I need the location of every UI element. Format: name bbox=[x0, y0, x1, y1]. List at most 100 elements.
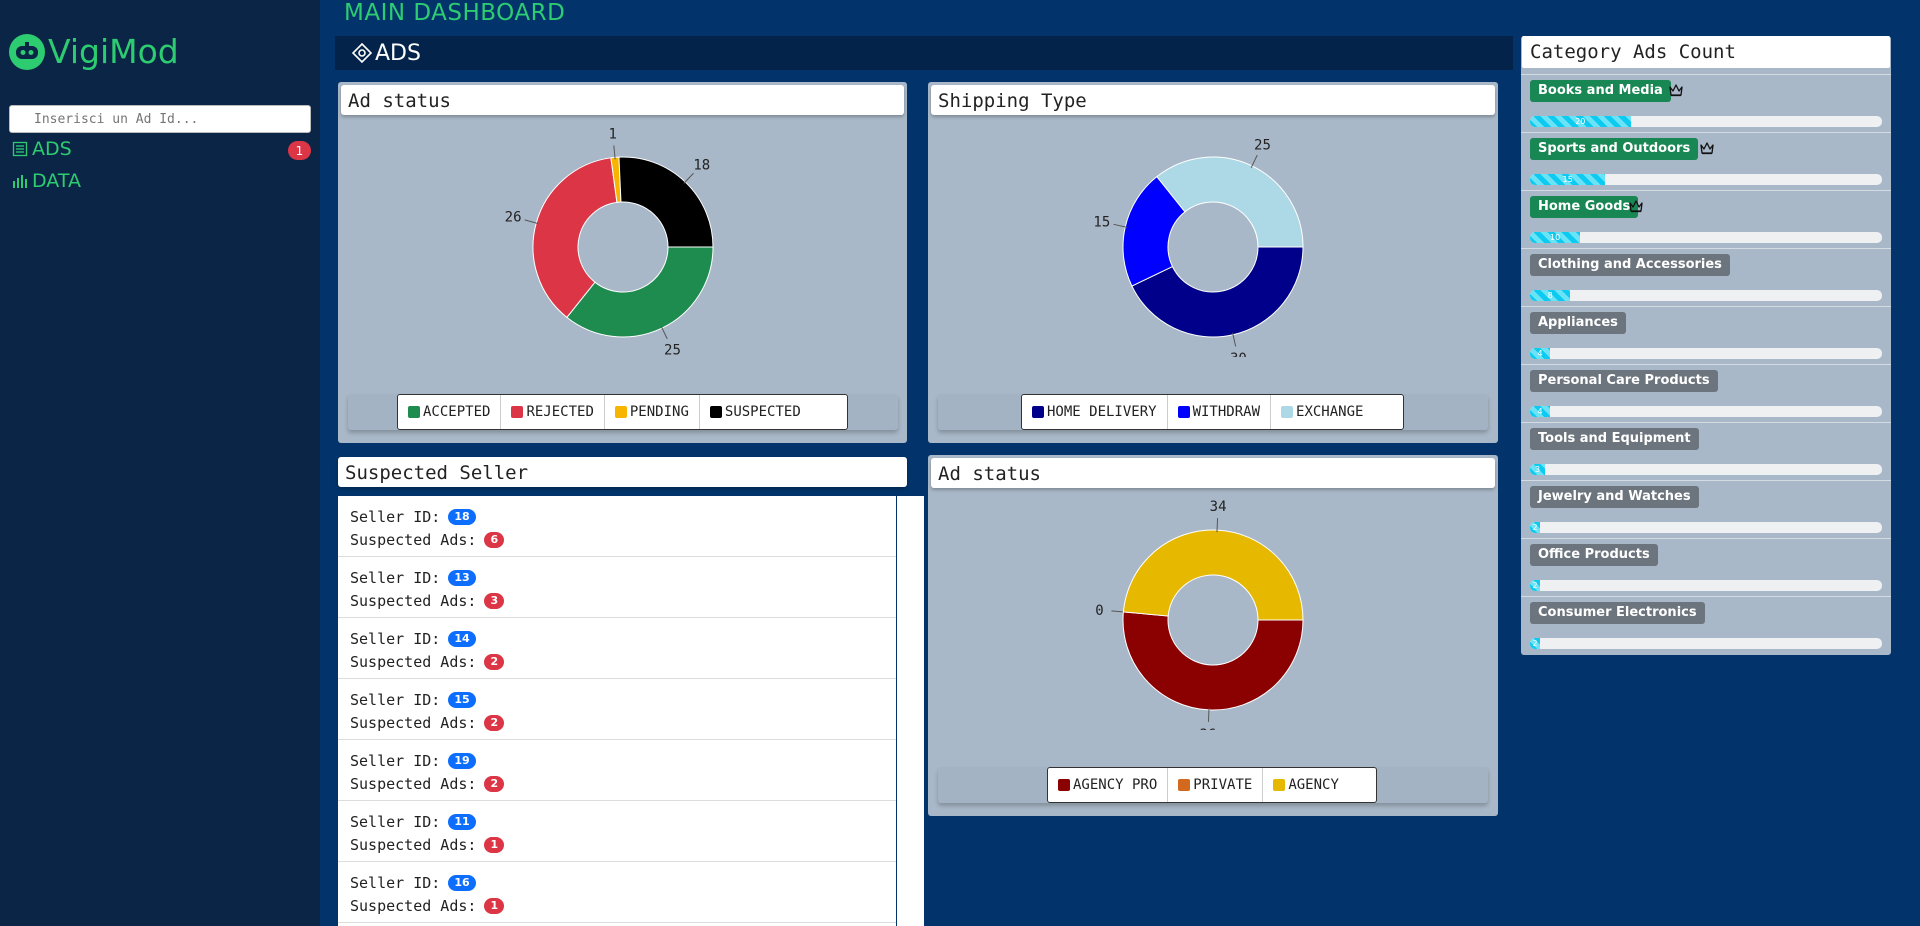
nav-item-label: ADS bbox=[32, 138, 72, 160]
seller-id-label: Seller ID: bbox=[350, 569, 441, 587]
data-label: 26 bbox=[505, 210, 522, 226]
suspected-ads-label: Suspected Ads: bbox=[350, 592, 477, 610]
list-item[interactable]: Seller ID: 18 Suspected Ads: 6 bbox=[338, 496, 896, 557]
category-row[interactable]: Books and Media 20 bbox=[1521, 74, 1891, 133]
category-row[interactable]: Tools and Equipment 3 bbox=[1521, 422, 1891, 481]
legend-item-agency-pro[interactable]: AGENCY PRO bbox=[1048, 768, 1167, 802]
leader-line bbox=[683, 172, 694, 184]
legend-item-accepted[interactable]: ACCEPTED bbox=[398, 395, 500, 429]
suspected-ads-badge: 2 bbox=[484, 715, 505, 731]
brand[interactable]: VigiMod bbox=[8, 32, 179, 71]
seller-id-line: Seller ID: 19 bbox=[350, 752, 476, 770]
leader-line bbox=[660, 326, 668, 340]
robot-logo-icon bbox=[9, 33, 45, 70]
legend-item-home-delivery[interactable]: HOME DELIVERY bbox=[1022, 395, 1167, 429]
suspected-ads-label: Suspected Ads: bbox=[350, 653, 477, 671]
seller-id-line: Seller ID: 11 bbox=[350, 813, 476, 831]
seller-id-badge: 11 bbox=[448, 814, 476, 830]
category-progress-fill: 15 bbox=[1530, 174, 1606, 185]
donut-slice-agency-pro[interactable] bbox=[1122, 611, 1304, 711]
data-label: 36 bbox=[1199, 727, 1216, 730]
crown-icon bbox=[1700, 142, 1714, 155]
shipping-type-donut: 30 15 25 bbox=[1093, 137, 1304, 357]
legend-item-suspected[interactable]: SUSPECTED bbox=[698, 395, 811, 429]
legend-swatch bbox=[1273, 779, 1286, 791]
seller-id-badge: 19 bbox=[448, 753, 476, 769]
data-label: 0 bbox=[1095, 603, 1103, 619]
seller-id-line: Seller ID: 14 bbox=[350, 630, 476, 648]
legend-item-agency[interactable]: AGENCY bbox=[1262, 768, 1349, 802]
shipping-type-card: Shipping Type 30 15 25 HOME DELIVERY WITHD… bbox=[928, 82, 1498, 443]
nav-item-ads[interactable]: ADS bbox=[12, 138, 72, 160]
suspected-seller-list[interactable]: Seller ID: 18 Suspected Ads: 6 Seller ID: 13 S… bbox=[338, 496, 896, 926]
legend-item-withdraw[interactable]: WITHDRAW bbox=[1166, 395, 1270, 429]
seller-id-label: Seller ID: bbox=[350, 752, 441, 770]
donut-slice-exchange[interactable] bbox=[1156, 156, 1304, 248]
card-header: Category Ads Count bbox=[1522, 36, 1890, 68]
leader-line bbox=[1216, 518, 1219, 533]
category-progress-fill: 3 bbox=[1530, 464, 1546, 475]
category-row[interactable]: Appliances 4 bbox=[1521, 306, 1891, 365]
legend-label: AGENCY PRO bbox=[1073, 777, 1158, 793]
list-icon bbox=[12, 141, 28, 157]
category-row[interactable]: Consumer Electronics 2 bbox=[1521, 596, 1891, 655]
seller-id-badge: 16 bbox=[448, 875, 476, 891]
category-badge: Jewelry and Watches bbox=[1530, 486, 1699, 508]
nav-item-data[interactable]: DATA bbox=[12, 170, 81, 192]
seller-id-badge: 18 bbox=[448, 509, 476, 525]
category-badge: Tools and Equipment bbox=[1530, 428, 1699, 450]
donut-slice-agency[interactable] bbox=[1122, 529, 1304, 621]
seller-id-badge: 15 bbox=[448, 692, 476, 708]
card-title: Category Ads Count bbox=[1530, 41, 1736, 63]
notification-badge: 1 bbox=[288, 141, 311, 160]
crown-icon bbox=[1668, 84, 1683, 97]
category-row[interactable]: Clothing and Accessories 8 bbox=[1521, 248, 1891, 307]
list-item[interactable]: Seller ID: 19 Suspected Ads: 2 bbox=[338, 740, 896, 801]
legend-label: REJECTED bbox=[526, 404, 594, 420]
category-row[interactable]: Sports and Outdoors 15 bbox=[1521, 132, 1891, 191]
suspected-seller-card: Suspected Seller bbox=[338, 455, 924, 496]
list-item[interactable]: Seller ID: 16 Suspected Ads: 1 bbox=[338, 862, 896, 923]
category-row[interactable]: Home Goods 10 bbox=[1521, 190, 1891, 249]
seller-id-line: Seller ID: 13 bbox=[350, 569, 476, 587]
legend-item-private[interactable]: PRIVATE bbox=[1167, 768, 1262, 802]
donut-slice-accepted[interactable] bbox=[566, 246, 714, 338]
list-item[interactable]: Seller ID: 13 Suspected Ads: 3 bbox=[338, 557, 896, 618]
legend-item-exchange[interactable]: EXCHANGE bbox=[1270, 395, 1373, 429]
legend-label: EXCHANGE bbox=[1296, 404, 1364, 420]
legend-item-rejected[interactable]: REJECTED bbox=[500, 395, 603, 429]
legend-swatch bbox=[709, 406, 722, 418]
legend-item-pending[interactable]: PENDING bbox=[603, 395, 699, 429]
category-badge: Personal Care Products bbox=[1530, 370, 1718, 392]
suspected-ads-line: Suspected Ads: 3 bbox=[350, 592, 505, 610]
suspected-ads-badge: 1 bbox=[484, 837, 505, 853]
category-row[interactable]: Jewelry and Watches 2 bbox=[1521, 480, 1891, 539]
category-ads-count-panel: Category Ads Count Books and Media 20 Spor… bbox=[1521, 36, 1891, 655]
app-name: VigiMod bbox=[48, 32, 179, 71]
category-progress-fill: 4 bbox=[1530, 348, 1551, 359]
seller-id-line: Seller ID: 15 bbox=[350, 691, 476, 709]
category-row[interactable]: Office Products 2 bbox=[1521, 538, 1891, 597]
seller-id-line: Seller ID: 18 bbox=[350, 508, 476, 526]
sidebar: VigiMod ADS 1 DATA bbox=[0, 0, 320, 926]
ad-id-search-input[interactable] bbox=[9, 105, 311, 133]
card-header: Suspected Seller bbox=[338, 457, 907, 487]
list-item[interactable]: Seller ID: 11 Suspected Ads: 1 bbox=[338, 801, 896, 862]
list-item[interactable]: Seller ID: 14 Suspected Ads: 2 bbox=[338, 618, 896, 679]
seller-id-label: Seller ID: bbox=[350, 508, 441, 526]
seller-type-card: Ad status 36 0 34 AGENCY PRO PRIVATE AGENC… bbox=[928, 455, 1498, 816]
legend-swatch bbox=[1281, 406, 1294, 418]
list-item[interactable]: Seller ID: 15 Suspected Ads: 2 bbox=[338, 679, 896, 740]
category-progress-bar: 15 bbox=[1530, 174, 1882, 185]
leader-line bbox=[1207, 707, 1210, 722]
section-title: ADS bbox=[375, 40, 421, 66]
card-title: Shipping Type bbox=[938, 90, 1087, 112]
card-header: Shipping Type bbox=[931, 85, 1495, 115]
legend: HOME DELIVERY WITHDRAW EXCHANGE bbox=[1021, 394, 1404, 430]
category-progress-bar: 8 bbox=[1530, 290, 1882, 301]
legend-label: HOME DELIVERY bbox=[1047, 404, 1157, 420]
category-row[interactable]: Personal Care Products 4 bbox=[1521, 364, 1891, 423]
legend-swatch bbox=[614, 406, 627, 418]
category-progress-bar: 2 bbox=[1530, 638, 1882, 649]
legend-shelf: ACCEPTED REJECTED PENDING SUSPECTED bbox=[348, 394, 898, 430]
